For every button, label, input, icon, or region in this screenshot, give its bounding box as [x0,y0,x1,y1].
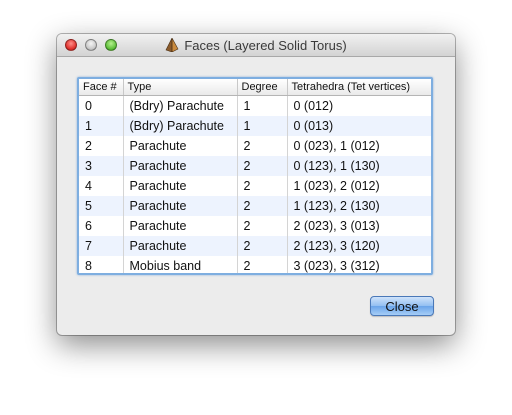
table-row[interactable]: 1 (Bdry) Parachute 1 0 (013) [79,116,431,136]
cell-face-number: 1 [79,116,124,136]
regina-pyramid-icon [165,38,179,52]
cell-type: (Bdry) Parachute [123,95,238,116]
table-row[interactable]: 5 Parachute 2 1 (123), 2 (130) [79,196,431,216]
cell-type: Parachute [123,216,238,236]
cell-type: Parachute [123,196,238,216]
table-row[interactable]: 3 Parachute 2 0 (123), 1 (130) [79,156,431,176]
cell-type: Parachute [123,136,238,156]
table-row[interactable]: 0 (Bdry) Parachute 1 0 (012) [79,95,431,116]
cell-tetrahedra: 2 (023), 3 (013) [293,219,380,233]
cell-degree: 1 [237,116,288,136]
cell-degree: 2 [237,156,288,176]
title-bar[interactable]: Faces (Layered Solid Torus) [57,34,455,57]
column-header-tetrahedra[interactable]: Tetrahedra (Tet vertices) [287,79,431,96]
cell-face-number: 0 [79,95,124,116]
cell-degree: 1 [237,95,288,116]
cell-type: Parachute [123,176,238,196]
column-header-type[interactable]: Type [123,79,238,96]
table-row[interactable]: 8 Mobius band 2 3 (023), 3 (312) [79,256,431,273]
cell-face-number: 3 [79,156,124,176]
cell-degree: 2 [237,176,288,196]
cell-tetrahedra: 0 (123), 1 (130) [287,156,431,176]
cell-tetrahedra: 1 (023), 2 (012) [293,179,380,193]
table-row[interactable]: 2 Parachute 2 0 (023), 1 (012) [79,136,431,156]
table-header-row: Face # Type Degree Tetrahedra (Tet verti… [79,79,431,96]
faces-table-frame[interactable]: Face # Type Degree Tetrahedra (Tet verti… [77,77,433,275]
cell-face-number: 2 [79,136,124,156]
cell-degree: 2 [237,256,288,273]
table-row[interactable]: 4 Parachute 2 1 (023), 2 (012) [79,176,431,196]
faces-table[interactable]: Face # Type Degree Tetrahedra (Tet verti… [79,79,431,273]
cell-tetrahedra: 0 (013) [287,116,431,136]
cell-type: Mobius band [123,256,238,273]
cell-degree: 2 [237,196,288,216]
cell-degree: 2 [237,136,288,156]
table-row[interactable]: 7 Parachute 2 2 (123), 3 (120) [79,236,431,256]
cell-face-number: 7 [79,236,124,256]
cell-tetrahedra: 0 (023), 1 (012) [293,139,380,153]
cell-tetrahedra: 3 (023), 3 (312) [293,259,380,273]
cell-face-number: 5 [79,196,124,216]
close-button[interactable]: Close [370,296,434,316]
cell-face-number: 8 [79,256,124,273]
cell-degree: 2 [237,216,288,236]
cell-face-number: 6 [79,216,124,236]
faces-dialog: Faces (Layered Solid Torus) Face # Type … [57,34,455,335]
cell-tetrahedra: 2 (123), 3 (120) [287,236,431,256]
window-title: Faces (Layered Solid Torus) [184,37,347,53]
table-row[interactable]: 6 Parachute 2 2 (023), 3 (013) [79,216,431,236]
column-header-face[interactable]: Face # [79,79,124,96]
cell-type: (Bdry) Parachute [123,116,238,136]
cell-type: Parachute [123,236,238,256]
cell-type: Parachute [123,156,238,176]
cell-degree: 2 [237,236,288,256]
column-header-degree[interactable]: Degree [237,79,288,96]
title-group: Faces (Layered Solid Torus) [57,34,455,56]
cell-face-number: 4 [79,176,124,196]
cell-tetrahedra: 0 (012) [293,99,334,113]
cell-tetrahedra: 1 (123), 2 (130) [287,196,431,216]
